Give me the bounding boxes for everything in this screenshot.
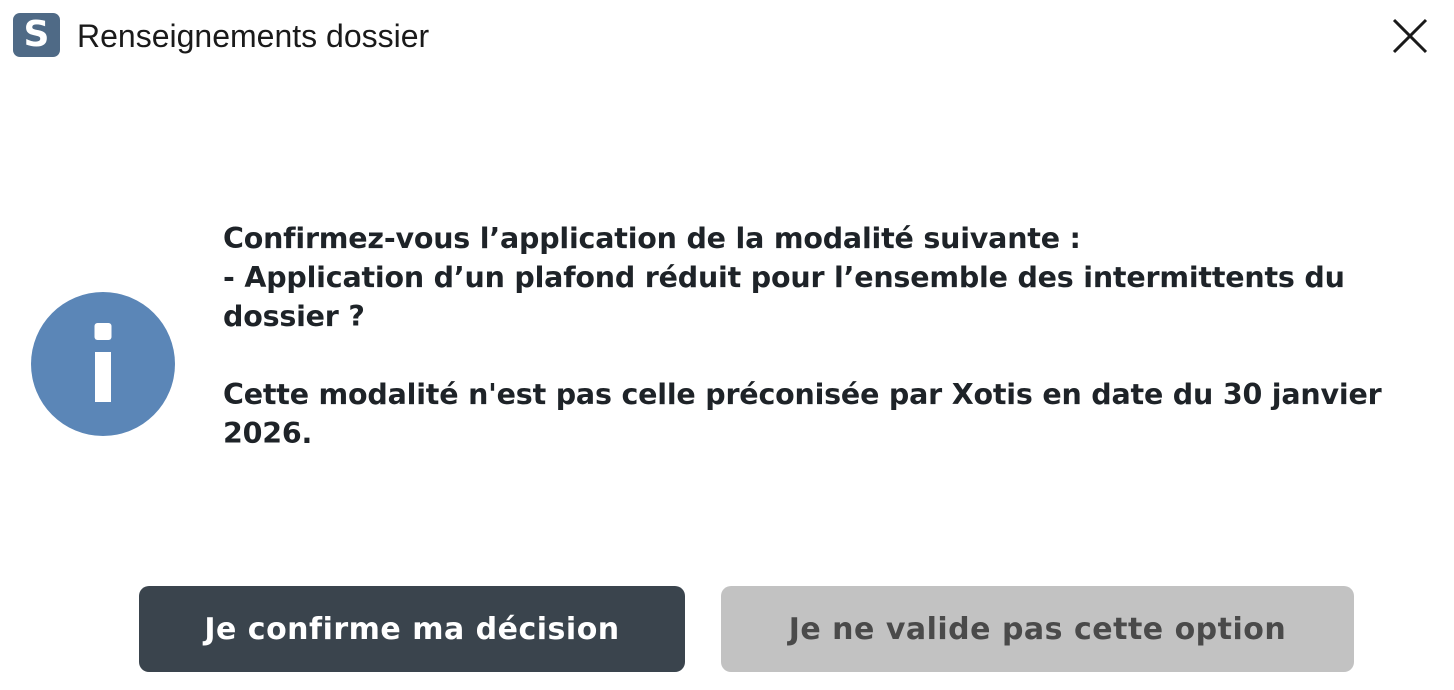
title-bar: S Renseignements dossier — [0, 0, 1454, 72]
confirm-decision-button[interactable]: Je confirme ma décision — [139, 586, 685, 672]
window-title: Renseignements dossier — [77, 18, 430, 54]
close-button[interactable] — [1384, 10, 1436, 62]
message-question: Confirmez-vous l’application de la modal… — [223, 222, 1081, 255]
message-option: - Application d’un plafond réduit pour l… — [223, 261, 1345, 333]
app-logo-icon: S — [13, 13, 60, 57]
reject-option-button[interactable]: Je ne valide pas cette option — [721, 586, 1354, 672]
confirmation-message: Confirmez-vous l’application de la modal… — [223, 219, 1449, 453]
message-warning: Cette modalité n'est pas celle préconisé… — [223, 378, 1382, 450]
close-icon — [1392, 18, 1428, 54]
info-icon — [31, 292, 175, 436]
